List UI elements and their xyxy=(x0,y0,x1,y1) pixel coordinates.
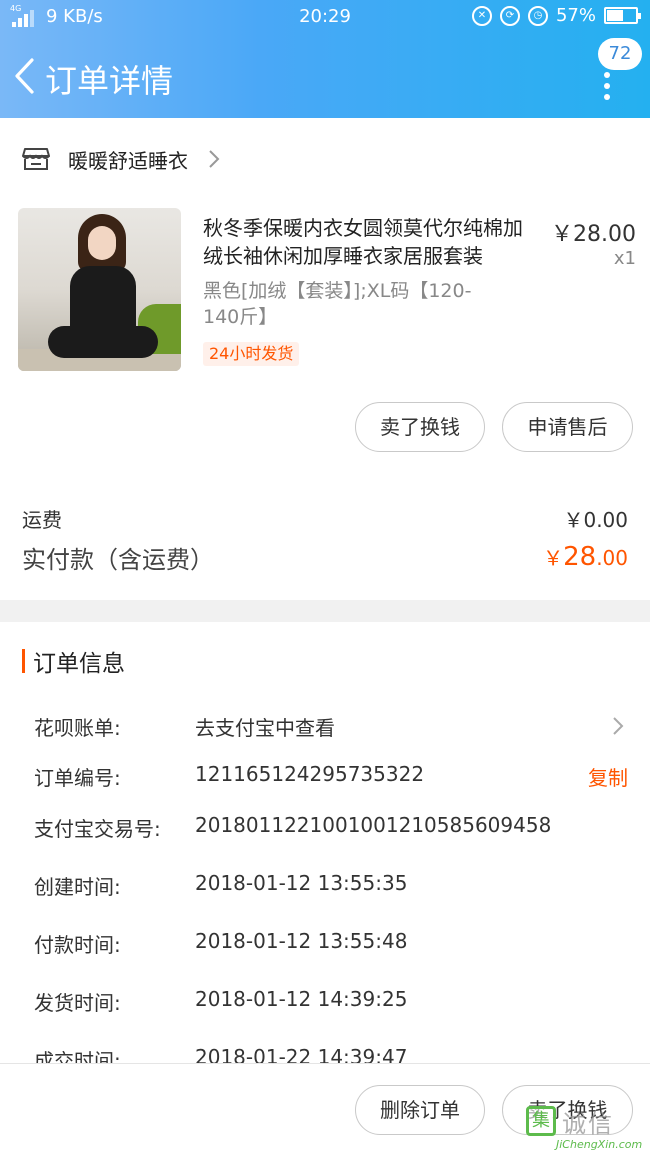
paid-time-label: 付款时间: xyxy=(34,933,121,957)
created-time-value: 2018-01-12 13:55:35 xyxy=(195,871,408,895)
order-info-title: 订单信息 xyxy=(33,651,125,677)
chevron-right-icon xyxy=(209,150,220,168)
alipay-trade-row: 支付宝交易号: 2018011221001001210585609458 xyxy=(34,813,628,843)
huabei-label: 花呗账单: xyxy=(34,716,121,740)
shipping-fee-value: ￥0.00 xyxy=(563,508,628,532)
product-sku: 黑色[加绒【套装】];XL码【120-140斤】 xyxy=(203,280,472,328)
order-item[interactable]: 秋冬季保暖内衣女圆领莫代尔纯棉加绒长袖休闲加厚睡衣家居服套装 ￥28.00 x1… xyxy=(18,208,636,378)
order-number-value: 121165124295735322 xyxy=(195,762,425,786)
alipay-trade-value: 2018011221001001210585609458 xyxy=(195,813,552,837)
paid-time-value: 2018-01-12 13:55:48 xyxy=(195,929,408,953)
store-row[interactable]: 暖暖舒适睡衣 xyxy=(22,140,630,178)
order-number-label: 订单编号: xyxy=(34,766,121,790)
shipping-tag: 24小时发货 xyxy=(203,342,300,366)
alipay-trade-label: 支付宝交易号: xyxy=(34,817,161,841)
paid-integer: 28 xyxy=(563,542,597,572)
shipped-time-label: 发货时间: xyxy=(34,991,121,1015)
paid-amount-row: 实付款（含运费） ￥28.00 xyxy=(22,540,628,580)
alarm-icon: ◷ xyxy=(527,5,548,26)
sell-for-cash-button[interactable]: 卖了换钱 xyxy=(355,402,485,452)
product-price: ￥28.00 xyxy=(551,222,636,247)
huabei-value: 去支付宝中查看 xyxy=(195,716,335,740)
store-name: 暖暖舒适睡衣 xyxy=(68,148,188,173)
battery-fill xyxy=(607,10,623,21)
copy-button[interactable]: 复制 xyxy=(588,762,628,791)
shipping-fee-row: 运费 ￥0.00 xyxy=(22,504,628,534)
battery-percent: 57% xyxy=(555,5,596,26)
watermark-text: 诚信 xyxy=(562,1110,614,1138)
heading-accent-bar xyxy=(22,649,25,673)
watermark-sub: JiChengXin.com xyxy=(556,1138,643,1151)
watermark-glyph: 集 xyxy=(526,1106,556,1136)
lock-rotation-icon: ⟳ xyxy=(499,5,520,26)
status-right: ✕ ⟳ ◷ 57% xyxy=(471,5,641,26)
store-icon xyxy=(22,148,50,170)
order-info-heading: 订单信息 xyxy=(22,646,125,677)
shipped-time-row: 发货时间: 2018-01-12 14:39:25 xyxy=(34,987,628,1017)
delete-order-button[interactable]: 删除订单 xyxy=(355,1085,485,1135)
message-count-badge[interactable]: 72 xyxy=(598,38,642,70)
back-arrow-icon[interactable] xyxy=(14,58,34,94)
product-title[interactable]: 秋冬季保暖内衣女圆领莫代尔纯棉加绒长袖休闲加厚睡衣家居服套装 xyxy=(203,214,539,270)
shipped-time-value: 2018-01-12 14:39:25 xyxy=(195,987,408,1011)
more-menu-icon[interactable] xyxy=(604,72,610,105)
page-title: 订单详情 xyxy=(45,62,174,100)
paid-decimal: .00 xyxy=(596,546,628,570)
battery-icon xyxy=(604,7,641,24)
chevron-right-icon xyxy=(613,717,624,735)
paid-amount-value: ￥28.00 xyxy=(543,542,628,572)
after-sale-button[interactable]: 申请售后 xyxy=(502,402,633,452)
status-bar: 4G 9 KB/s 20:29 ✕ ⟳ ◷ 57% xyxy=(0,0,650,34)
huabei-row[interactable]: 花呗账单: 去支付宝中查看 xyxy=(34,712,628,742)
watermark-logo: 集 诚信 JiChengXin.com xyxy=(526,1104,644,1152)
paid-amount-label: 实付款（含运费） xyxy=(22,546,214,574)
section-divider xyxy=(0,600,650,622)
top-bar: 4G 9 KB/s 20:29 ✕ ⟳ ◷ 57% 订单详情 72 xyxy=(0,0,650,118)
created-time-row: 创建时间: 2018-01-12 13:55:35 xyxy=(34,871,628,901)
product-image[interactable] xyxy=(18,208,181,371)
mute-icon: ✕ xyxy=(471,5,492,26)
product-quantity: x1 xyxy=(613,248,636,269)
paid-currency: ￥ xyxy=(543,546,564,570)
nav-bar: 订单详情 72 xyxy=(0,38,650,108)
shipping-fee-label: 运费 xyxy=(22,508,62,532)
created-time-label: 创建时间: xyxy=(34,875,121,899)
order-number-row: 订单编号: 121165124295735322 复制 xyxy=(34,762,628,792)
paid-time-row: 付款时间: 2018-01-12 13:55:48 xyxy=(34,929,628,959)
